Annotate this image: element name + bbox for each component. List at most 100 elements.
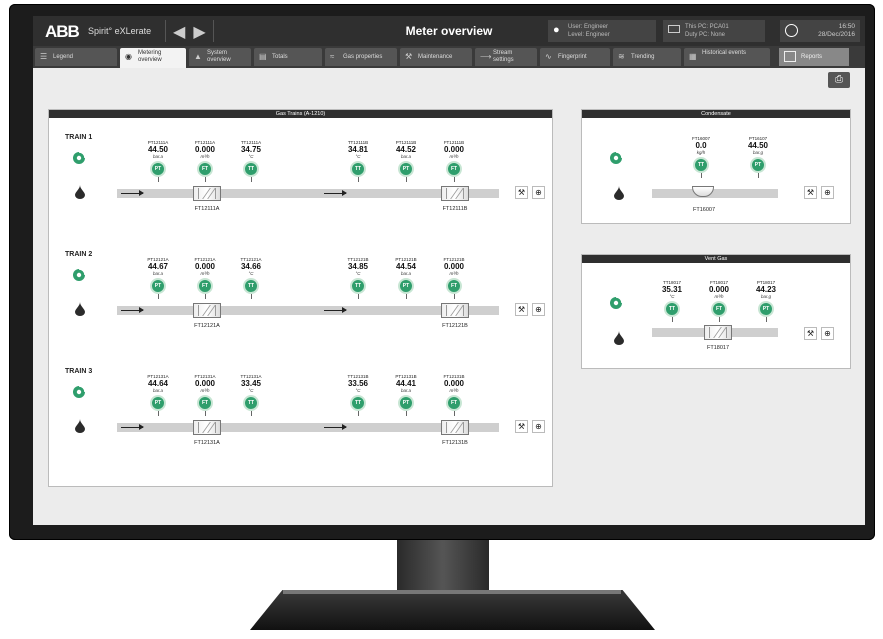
transmitter-icon[interactable]: TT (350, 395, 366, 411)
flow-icon (608, 295, 624, 311)
instrument-value: 34.81 (347, 145, 369, 154)
instrument: FT12121B 0.000 m³/h FT (432, 257, 476, 299)
ultrasonic-meter[interactable] (441, 303, 469, 318)
tab-stream-settings[interactable]: ⟶ Stream settings (475, 48, 537, 66)
transmitter-icon[interactable]: TT (350, 161, 366, 177)
transmitter-icon[interactable]: TT (243, 161, 259, 177)
transmitter-icon[interactable]: FT (446, 395, 462, 411)
user-line: User: Engineer (568, 24, 609, 30)
train-label: TRAIN 1 (65, 134, 93, 141)
transmitter-stem (204, 177, 206, 182)
zoom-button[interactable]: ⊕ (532, 420, 545, 433)
flow-icon (71, 150, 87, 166)
reports-button[interactable]: Reports (779, 48, 849, 66)
transmitter-icon[interactable]: PT (150, 278, 166, 294)
instrument-unit: m³/h (200, 154, 210, 159)
transmitter-icon[interactable]: PT (398, 161, 414, 177)
instrument-unit: m³/h (714, 294, 724, 299)
instrument-value: 44.50 (747, 141, 769, 150)
tab-system-overview[interactable]: ▲ System overview (189, 48, 251, 66)
user-info[interactable]: ● User: Engineer Level: Engineer (548, 20, 656, 42)
transmitter-icon[interactable]: TT (243, 395, 259, 411)
tab-historical-events[interactable]: ▦ Historical events (684, 48, 770, 66)
transmitter-icon[interactable]: PT (150, 161, 166, 177)
ultrasonic-meter[interactable] (441, 420, 469, 435)
transmitter-stem (453, 411, 455, 416)
tab-legend[interactable]: ☰ Legend (35, 48, 117, 66)
maintenance-button[interactable]: ⚒ (515, 420, 528, 433)
instrument-unit: °C (248, 388, 254, 393)
ultrasonic-meter[interactable] (704, 325, 732, 340)
tab-maintenance[interactable]: ⚒ Maintenance (400, 48, 472, 66)
transmitter-stem (757, 173, 759, 178)
instrument: PT12131B 44.41 bar.a PT (384, 374, 428, 416)
transmitter-icon[interactable]: FT (711, 301, 727, 317)
zoom-button[interactable]: ⊕ (821, 327, 834, 340)
zoom-icon: ⊕ (535, 188, 542, 197)
tab-trending[interactable]: ≋ Trending (613, 48, 681, 66)
condensate-panel: Condensate FT16007 0.0 kg/h TT PT16107 44.50 b… (581, 109, 851, 224)
maintenance-button[interactable]: ⚒ (804, 327, 817, 340)
maintenance-button[interactable]: ⚒ (515, 186, 528, 199)
transmitter-icon[interactable]: PT (750, 157, 766, 173)
transmitter-icon[interactable]: TT (350, 278, 366, 294)
zoom-button[interactable]: ⊕ (532, 186, 545, 199)
transmitter-icon[interactable]: PT (758, 301, 774, 317)
wrench-icon: ⚒ (806, 329, 815, 338)
instrument: PT18017 44.23 bar.g PT (744, 280, 788, 322)
instrument-value: 44.41 (395, 379, 417, 388)
zoom-button[interactable]: ⊕ (532, 303, 545, 316)
instrument-unit: bar.a (152, 154, 164, 159)
tab-totals[interactable]: ▤ Totals (254, 48, 322, 66)
monitor-base-edge (283, 590, 621, 594)
gas-trains-panel: Gas Trains (A-1210) TRAIN 1 PT12111A 44.50… (48, 109, 553, 487)
transmitter-stem (700, 173, 702, 178)
instrument-value: 0.000 (194, 262, 216, 271)
maintenance-button[interactable]: ⚒ (515, 303, 528, 316)
time: 16:50 (838, 23, 855, 30)
flow-arrow (324, 424, 347, 430)
liquid-drop-icon (75, 302, 85, 316)
liquid-drop-icon (75, 419, 85, 433)
transmitter-icon[interactable]: PT (398, 278, 414, 294)
transmitter-icon[interactable]: FT (197, 161, 213, 177)
instrument: FT16007 0.0 kg/h TT (679, 136, 723, 178)
print-button[interactable]: ⎙ (828, 72, 850, 88)
instrument: TT18017 35.31 °C TT (650, 280, 694, 322)
ultrasonic-meter[interactable] (441, 186, 469, 201)
transmitter-icon[interactable]: FT (446, 161, 462, 177)
transmitter-stem (671, 317, 673, 322)
instrument: PT12121A 44.67 bar.a PT (136, 257, 180, 299)
transmitter-icon[interactable]: TT (664, 301, 680, 317)
ultrasonic-meter[interactable] (193, 186, 221, 201)
maintenance-button[interactable]: ⚒ (804, 186, 817, 199)
transmitter-stem (250, 294, 252, 299)
meter-name: FT12111B (442, 206, 468, 212)
instrument: FT12111A 0.000 m³/h FT (183, 140, 227, 182)
instrument-value: 0.000 (708, 285, 730, 294)
instrument: TT12131B 33.56 °C TT (336, 374, 380, 416)
ultrasonic-meter[interactable] (193, 420, 221, 435)
transmitter-icon[interactable]: TT (243, 278, 259, 294)
transmitter-icon[interactable]: PT (150, 395, 166, 411)
instrument: PT16107 44.50 bar.g PT (736, 136, 780, 178)
transmitter-icon[interactable]: PT (398, 395, 414, 411)
instrument: FT12131A 0.000 m³/h FT (183, 374, 227, 416)
instrument-unit: bar.a (400, 271, 412, 276)
tab-gas-properties[interactable]: ≈ Gas properties (325, 48, 397, 66)
transmitter-icon[interactable]: FT (197, 395, 213, 411)
trend-icon: ≋ (618, 52, 625, 61)
instrument-value: 0.000 (443, 379, 465, 388)
instrument: TT12121A 34.66 °C TT (229, 257, 273, 299)
instrument-unit: bar.g (760, 294, 772, 299)
transmitter-icon[interactable]: FT (197, 278, 213, 294)
zoom-button[interactable]: ⊕ (821, 186, 834, 199)
instrument-unit: °C (248, 154, 254, 159)
transmitter-icon[interactable]: TT (693, 157, 709, 173)
transmitter-icon[interactable]: FT (446, 278, 462, 294)
monitor-base (250, 590, 655, 630)
tab-metering-overview[interactable]: ◉ Metering overview (120, 48, 186, 68)
instrument-value: 44.52 (395, 145, 417, 154)
ultrasonic-meter[interactable] (193, 303, 221, 318)
tab-fingerprint[interactable]: ∿ Fingerprint (540, 48, 610, 66)
